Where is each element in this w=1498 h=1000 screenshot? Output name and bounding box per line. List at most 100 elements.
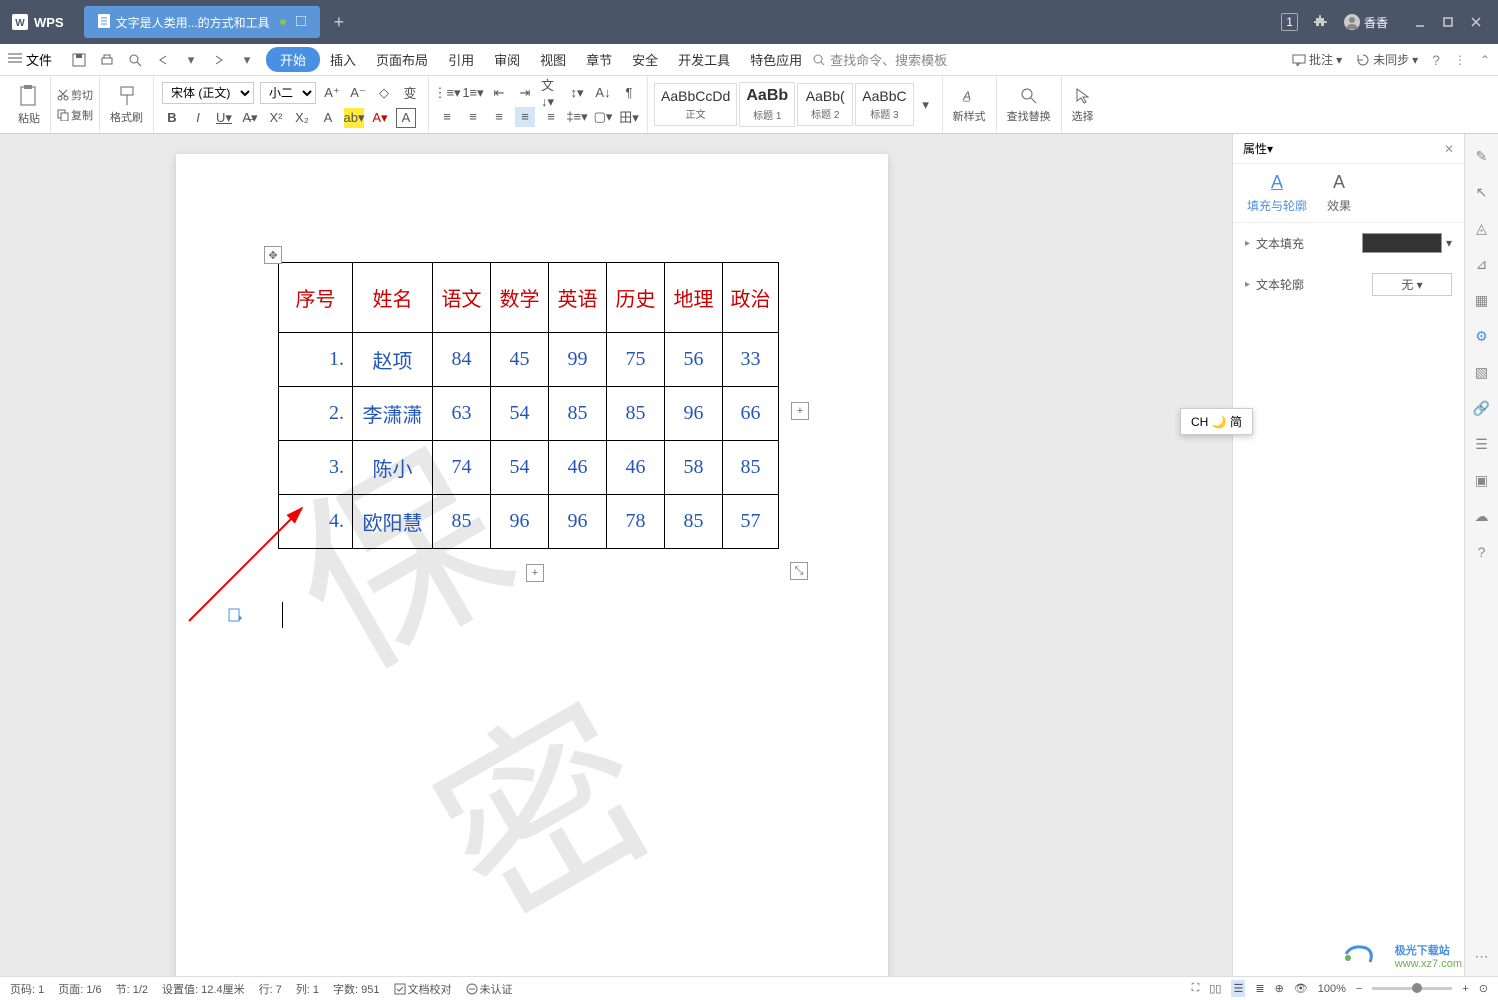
find-replace-button[interactable]: 查找替换 bbox=[1003, 86, 1055, 124]
status-page[interactable]: 页面: 1/6 bbox=[58, 981, 101, 997]
more-icon[interactable]: ⋮ bbox=[1454, 53, 1466, 67]
cut-button[interactable]: 剪切 bbox=[57, 87, 93, 103]
zoom-value[interactable]: 100% bbox=[1318, 983, 1346, 995]
chain-icon[interactable]: 🔗 bbox=[1472, 398, 1492, 418]
close-window-button[interactable] bbox=[1470, 16, 1482, 28]
help-icon[interactable]: ? bbox=[1432, 52, 1440, 68]
fill-dropdown[interactable]: ▾ bbox=[1446, 236, 1452, 250]
outline-value-select[interactable]: 无 ▾ bbox=[1372, 273, 1452, 296]
puzzle-icon[interactable] bbox=[1314, 14, 1328, 31]
table-move-handle[interactable]: ✥ bbox=[264, 246, 282, 264]
document-tab[interactable]: 文字是人类用...的方式和工具 bbox=[84, 6, 320, 38]
menu-chapter[interactable]: 章节 bbox=[576, 46, 622, 73]
sort-button[interactable]: A↓ bbox=[593, 83, 613, 103]
th-history[interactable]: 历史 bbox=[607, 263, 665, 333]
show-marks-button[interactable]: ¶ bbox=[619, 83, 639, 103]
print-icon[interactable] bbox=[98, 51, 116, 69]
align-center-button[interactable]: ≡ bbox=[463, 107, 483, 127]
paragraph-options-icon[interactable] bbox=[228, 608, 242, 622]
menu-dev-tools[interactable]: 开发工具 bbox=[668, 46, 740, 73]
th-chinese[interactable]: 语文 bbox=[433, 263, 491, 333]
table-add-col-handle[interactable]: + bbox=[791, 402, 809, 420]
cloud-icon[interactable]: ☁ bbox=[1472, 506, 1492, 526]
preview-icon[interactable] bbox=[126, 51, 144, 69]
style-heading2[interactable]: AaBb(标题 2 bbox=[797, 83, 853, 126]
data-table[interactable]: 序号 姓名 语文 数学 英语 历史 地理 政治 1.赵项844599755633… bbox=[278, 262, 779, 549]
superscript-button[interactable]: X² bbox=[266, 108, 286, 128]
style-heading3[interactable]: AaBbC标题 3 bbox=[855, 83, 913, 126]
copy-button[interactable]: 复制 bbox=[57, 107, 93, 123]
undo-dropdown[interactable]: ▾ bbox=[182, 51, 200, 69]
style-normal[interactable]: AaBbCcDd正文 bbox=[654, 83, 737, 126]
zoom-in-button[interactable]: + bbox=[1462, 983, 1468, 995]
new-style-button[interactable]: A̲ 新样式 bbox=[949, 86, 990, 124]
align-right-button[interactable]: ≡ bbox=[489, 107, 509, 127]
subscript-button[interactable]: X₂ bbox=[292, 108, 312, 128]
shading-button[interactable]: ▢▾ bbox=[593, 107, 613, 127]
status-line[interactable]: 行: 7 bbox=[259, 981, 282, 997]
ime-indicator[interactable]: CH 🌙 简 bbox=[1180, 408, 1253, 435]
properties-icon[interactable]: ⚙ bbox=[1472, 326, 1492, 346]
undo-button[interactable] bbox=[154, 51, 172, 69]
visibility-icon[interactable]: 👁 bbox=[1294, 982, 1308, 995]
reading-view-icon[interactable]: ▯▯ bbox=[1209, 982, 1221, 995]
user-avatar[interactable]: 香香 bbox=[1344, 14, 1388, 31]
bold-button[interactable]: B bbox=[162, 108, 182, 128]
status-col[interactable]: 列: 1 bbox=[296, 981, 319, 997]
annotate-button[interactable]: 批注 ▾ bbox=[1292, 51, 1342, 68]
table-add-row-handle[interactable]: + bbox=[526, 564, 544, 582]
char-border-button[interactable]: A bbox=[396, 108, 416, 128]
maximize-button[interactable] bbox=[1442, 16, 1454, 28]
style-more-button[interactable]: ▾ bbox=[916, 95, 936, 115]
highlight-button[interactable]: ab▾ bbox=[344, 108, 364, 128]
status-cert[interactable]: 未认证 bbox=[466, 981, 513, 997]
image-icon[interactable]: ▣ bbox=[1472, 470, 1492, 490]
border-button[interactable]: 田▾ bbox=[619, 107, 639, 127]
tab-effect[interactable]: A 效果 bbox=[1327, 172, 1351, 214]
status-wordcount[interactable]: 字数: 951 bbox=[333, 981, 379, 997]
tab-fill-outline[interactable]: A 填充与轮廓 bbox=[1247, 172, 1307, 214]
line-spacing-button[interactable]: ‡≡▾ bbox=[567, 107, 587, 127]
menu-reference[interactable]: 引用 bbox=[438, 46, 484, 73]
new-tab-button[interactable]: + bbox=[334, 12, 345, 33]
list-icon[interactable]: ☰ bbox=[1472, 434, 1492, 454]
menu-review[interactable]: 审阅 bbox=[484, 46, 530, 73]
fullscreen-icon[interactable]: ⛶ bbox=[1192, 982, 1200, 995]
page-view-icon[interactable]: ☰ bbox=[1231, 980, 1245, 997]
menu-security[interactable]: 安全 bbox=[622, 46, 668, 73]
distribute-button[interactable]: ≡ bbox=[541, 107, 561, 127]
number-list-button[interactable]: 1≡▾ bbox=[463, 83, 483, 103]
th-name[interactable]: 姓名 bbox=[353, 263, 433, 333]
fill-color-swatch[interactable] bbox=[1362, 233, 1442, 253]
zoom-out-button[interactable]: − bbox=[1356, 983, 1362, 995]
underline-button[interactable]: U▾ bbox=[214, 108, 234, 128]
change-case-button[interactable]: A bbox=[318, 108, 338, 128]
table-resize-handle[interactable]: ⤡ bbox=[790, 562, 808, 580]
line-height-button[interactable]: ↕▾ bbox=[567, 83, 587, 103]
panel-close-button[interactable]: ✕ bbox=[1444, 142, 1454, 156]
th-seq[interactable]: 序号 bbox=[279, 263, 353, 333]
font-color-button[interactable]: A▾ bbox=[370, 108, 390, 128]
help-icon[interactable]: ? bbox=[1472, 542, 1492, 562]
redo-dropdown[interactable]: ▾ bbox=[238, 51, 256, 69]
style-heading1[interactable]: AaBb标题 1 bbox=[739, 82, 795, 127]
minimize-button[interactable] bbox=[1414, 16, 1426, 28]
text-direction-button[interactable]: 文↓▾ bbox=[541, 83, 561, 103]
triangle-icon[interactable]: ◬ bbox=[1472, 218, 1492, 238]
pointer-icon[interactable]: ↖ bbox=[1472, 182, 1492, 202]
menu-start[interactable]: 开始 bbox=[266, 47, 320, 72]
clear-format-button[interactable]: ◇ bbox=[374, 83, 394, 103]
menu-page-layout[interactable]: 页面布局 bbox=[366, 46, 438, 73]
redo-button[interactable] bbox=[210, 51, 228, 69]
status-pagecode[interactable]: 页码: 1 bbox=[10, 981, 44, 997]
align-justify-button[interactable]: ≡ bbox=[515, 107, 535, 127]
tab-close-icon[interactable] bbox=[296, 15, 306, 29]
th-english[interactable]: 英语 bbox=[549, 263, 607, 333]
menu-insert[interactable]: 插入 bbox=[320, 46, 366, 73]
status-section[interactable]: 节: 1/2 bbox=[116, 981, 148, 997]
outline-view-icon[interactable]: ≣ bbox=[1255, 982, 1264, 995]
italic-button[interactable]: I bbox=[188, 108, 208, 128]
document-area[interactable]: 保密 序号 姓名 语文 数学 英语 历史 地理 政治 1.赵项844599755… bbox=[0, 134, 1232, 976]
status-doccheck[interactable]: 文档校对 bbox=[394, 981, 452, 997]
strikethrough-button[interactable]: A̶▾ bbox=[240, 108, 260, 128]
